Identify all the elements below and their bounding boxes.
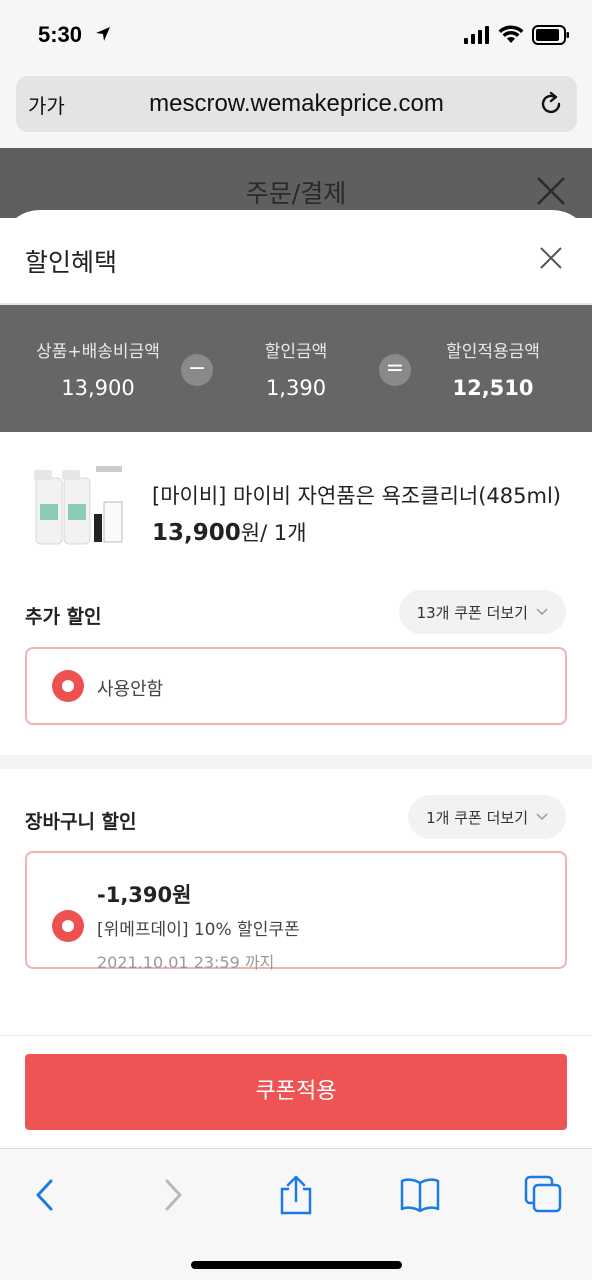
- reload-icon[interactable]: [537, 90, 565, 118]
- product-ship-value: 13,900: [61, 376, 135, 400]
- product-price-suffix: 원/ 1개: [240, 521, 307, 545]
- sheet-title: 할인혜택: [25, 248, 118, 277]
- cart-coupon-option[interactable]: -1,390원 [위메프데이] 10% 할인쿠폰 2021.10.01 23:5…: [25, 851, 567, 972]
- additional-discount-label: 추가 할인: [25, 606, 102, 628]
- additional-coupons-more-label: 13개 쿠폰 더보기: [416, 603, 528, 622]
- battery-icon: [532, 25, 569, 45]
- product-ship-amount: 상품+배송비금액 13,900: [8, 337, 188, 400]
- browser-address-area: 가가 mescrow.wemakeprice.com: [0, 70, 592, 148]
- option-no-coupon[interactable]: 사용안함: [25, 647, 567, 725]
- address-bar[interactable]: 가가 mescrow.wemakeprice.com: [16, 76, 577, 132]
- status-bar: 5:30: [0, 0, 592, 70]
- product-price: 13,900원/ 1개: [152, 517, 307, 547]
- chevron-down-icon: [536, 608, 548, 616]
- radio-selected[interactable]: [52, 910, 84, 942]
- product-price-value: 13,900: [152, 520, 241, 546]
- bookmarks-icon[interactable]: [400, 1175, 440, 1215]
- page-behind-overlay: 주문/결제: [0, 148, 592, 218]
- option-label: 사용안함: [97, 679, 164, 700]
- section-divider: [0, 755, 592, 769]
- divider: [0, 1035, 592, 1036]
- cart-coupons-more-button[interactable]: 1개 쿠폰 더보기: [408, 795, 566, 839]
- apply-coupon-button[interactable]: 쿠폰적용: [25, 1054, 567, 1130]
- close-button[interactable]: [538, 245, 564, 271]
- back-icon[interactable]: [26, 1175, 66, 1215]
- cart-discount-label: 장바구니 할인: [25, 811, 137, 833]
- cellular-signal-icon: [464, 26, 489, 44]
- location-arrow-icon: [96, 27, 110, 41]
- final-value: 12,510: [452, 376, 534, 400]
- browser-toolbar: [0, 1148, 592, 1280]
- final-amount: 할인적용금액 12,510: [403, 337, 583, 400]
- radio-selected[interactable]: [52, 670, 84, 702]
- discount-amount: 할인금액 1,390: [206, 337, 386, 400]
- page-title: 주문/결제: [245, 179, 347, 208]
- chevron-down-icon: [536, 813, 548, 821]
- cart-coupons-more-label: 1개 쿠폰 더보기: [426, 808, 528, 827]
- tabs-icon[interactable]: [524, 1175, 564, 1215]
- product-row: [마이비] 마이비 자연품은 욕조클리너(485ml) 13,900원/ 1개: [0, 432, 592, 572]
- coupon-amount: -1,390원: [97, 883, 192, 907]
- close-icon: [537, 177, 565, 205]
- discount-value: 1,390: [265, 376, 327, 400]
- status-icons: [464, 25, 570, 45]
- forward-icon[interactable]: [152, 1175, 192, 1215]
- discount-sheet: 할인혜택 상품+배송비금액 13,900 − 할인금액 1,390 = 할인적용…: [0, 210, 592, 1148]
- wifi-icon: [498, 25, 524, 43]
- additional-coupons-more-button[interactable]: 13개 쿠폰 더보기: [398, 590, 566, 634]
- status-time: 5:30: [38, 22, 83, 47]
- url-text[interactable]: mescrow.wemakeprice.com: [16, 90, 577, 118]
- final-label: 할인적용금액: [446, 342, 540, 362]
- price-summary: 상품+배송비금액 13,900 − 할인금액 1,390 = 할인적용금액 12…: [0, 305, 592, 432]
- share-icon[interactable]: [276, 1175, 316, 1215]
- coupon-name: [위메프데이] 10% 할인쿠폰: [97, 920, 300, 940]
- coupon-expiry: 2021.10.01 23:59 까지: [97, 953, 275, 972]
- product-ship-label: 상품+배송비금액: [36, 342, 160, 362]
- discount-label: 할인금액: [264, 342, 328, 362]
- home-indicator: [191, 1261, 402, 1269]
- product-thumbnail: [28, 464, 124, 550]
- product-name: [마이비] 마이비 자연품은 욕조클리너(485ml): [152, 484, 561, 508]
